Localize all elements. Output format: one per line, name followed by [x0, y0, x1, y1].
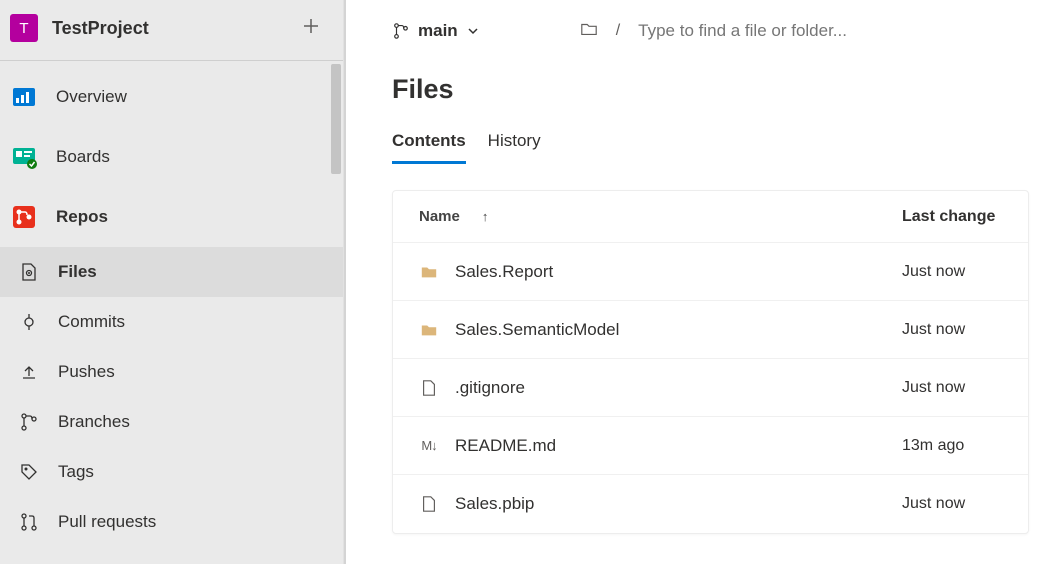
- sidebar-item-repos[interactable]: Repos: [0, 187, 343, 247]
- project-header: T TestProject: [0, 0, 343, 61]
- main-content: main / Files Contents History Name ↑ Las…: [344, 0, 1059, 564]
- nav-label: Overview: [56, 87, 127, 107]
- sidebar-item-overview[interactable]: Overview: [0, 67, 343, 127]
- pull-requests-icon: [18, 511, 40, 533]
- sidebar-item-branches[interactable]: Branches: [0, 397, 343, 447]
- last-change: Just now: [902, 321, 1002, 339]
- tags-icon: [18, 461, 40, 483]
- repos-icon: [10, 203, 38, 231]
- table-row[interactable]: .gitignore Just now: [393, 359, 1028, 417]
- table-row[interactable]: Sales.pbip Just now: [393, 475, 1028, 533]
- sort-ascending-icon: ↑: [482, 209, 489, 224]
- commits-icon: [18, 311, 40, 333]
- files-icon: [18, 261, 40, 283]
- boards-icon: [10, 143, 38, 171]
- markdown-icon: M↓: [419, 438, 439, 453]
- nav-label: Tags: [58, 462, 94, 482]
- tabs: Contents History: [346, 109, 1029, 164]
- nav-label: Pushes: [58, 362, 115, 382]
- column-header-last-change[interactable]: Last change: [902, 208, 1002, 226]
- header-name-text: Name: [419, 208, 460, 225]
- branch-selector[interactable]: main: [392, 21, 480, 41]
- last-change: Just now: [902, 495, 1002, 513]
- pushes-icon: [18, 361, 40, 383]
- nav-label: Files: [58, 262, 97, 282]
- sidebar-item-files[interactable]: Files: [0, 247, 343, 297]
- sidebar-scrollbar[interactable]: [331, 64, 341, 174]
- sidebar-item-pushes[interactable]: Pushes: [0, 347, 343, 397]
- overview-icon: [10, 83, 38, 111]
- folder-icon: [419, 321, 439, 339]
- last-change: Just now: [902, 263, 1002, 281]
- table-row[interactable]: M↓ README.md 13m ago: [393, 417, 1028, 475]
- sidebar-item-pull-requests[interactable]: Pull requests: [0, 497, 343, 547]
- sidebar-item-boards[interactable]: Boards: [0, 127, 343, 187]
- last-change: 13m ago: [902, 437, 1002, 455]
- add-button[interactable]: [297, 17, 325, 40]
- file-name: README.md: [455, 436, 556, 456]
- file-name: Sales.Report: [455, 262, 553, 282]
- table-row[interactable]: Sales.Report Just now: [393, 243, 1028, 301]
- branch-icon: [392, 22, 410, 40]
- file-icon: [419, 495, 439, 513]
- branches-icon: [18, 411, 40, 433]
- nav-label: Commits: [58, 312, 125, 332]
- chevron-down-icon: [466, 24, 480, 38]
- page-title: Files: [346, 48, 1029, 109]
- nav-label: Branches: [58, 412, 130, 432]
- file-table: Name ↑ Last change Sales.Report Just now…: [392, 190, 1029, 534]
- sidebar-item-commits[interactable]: Commits: [0, 297, 343, 347]
- sidebar-item-tags[interactable]: Tags: [0, 447, 343, 497]
- project-avatar[interactable]: T: [10, 14, 38, 42]
- nav-label: Pull requests: [58, 512, 156, 532]
- table-row[interactable]: Sales.SemanticModel Just now: [393, 301, 1028, 359]
- nav-label: Boards: [56, 147, 110, 167]
- top-bar: main /: [346, 16, 1029, 48]
- nav-label: Repos: [56, 207, 108, 227]
- tab-history[interactable]: History: [488, 131, 541, 164]
- tab-contents[interactable]: Contents: [392, 131, 466, 164]
- file-name: Sales.SemanticModel: [455, 320, 619, 340]
- file-name: Sales.pbip: [455, 494, 534, 514]
- path-search-input[interactable]: [638, 21, 918, 41]
- file-name: .gitignore: [455, 378, 525, 398]
- folder-icon: [419, 263, 439, 281]
- table-header: Name ↑ Last change: [393, 191, 1028, 243]
- folder-root-icon[interactable]: [580, 20, 598, 42]
- branch-name: main: [418, 21, 458, 41]
- file-icon: [419, 379, 439, 397]
- column-header-name[interactable]: Name ↑: [419, 208, 902, 225]
- path-separator: /: [616, 22, 620, 40]
- project-title[interactable]: TestProject: [52, 18, 283, 39]
- sidebar: T TestProject Overview Boards Repos File…: [0, 0, 344, 564]
- last-change: Just now: [902, 379, 1002, 397]
- plus-icon: [303, 18, 319, 34]
